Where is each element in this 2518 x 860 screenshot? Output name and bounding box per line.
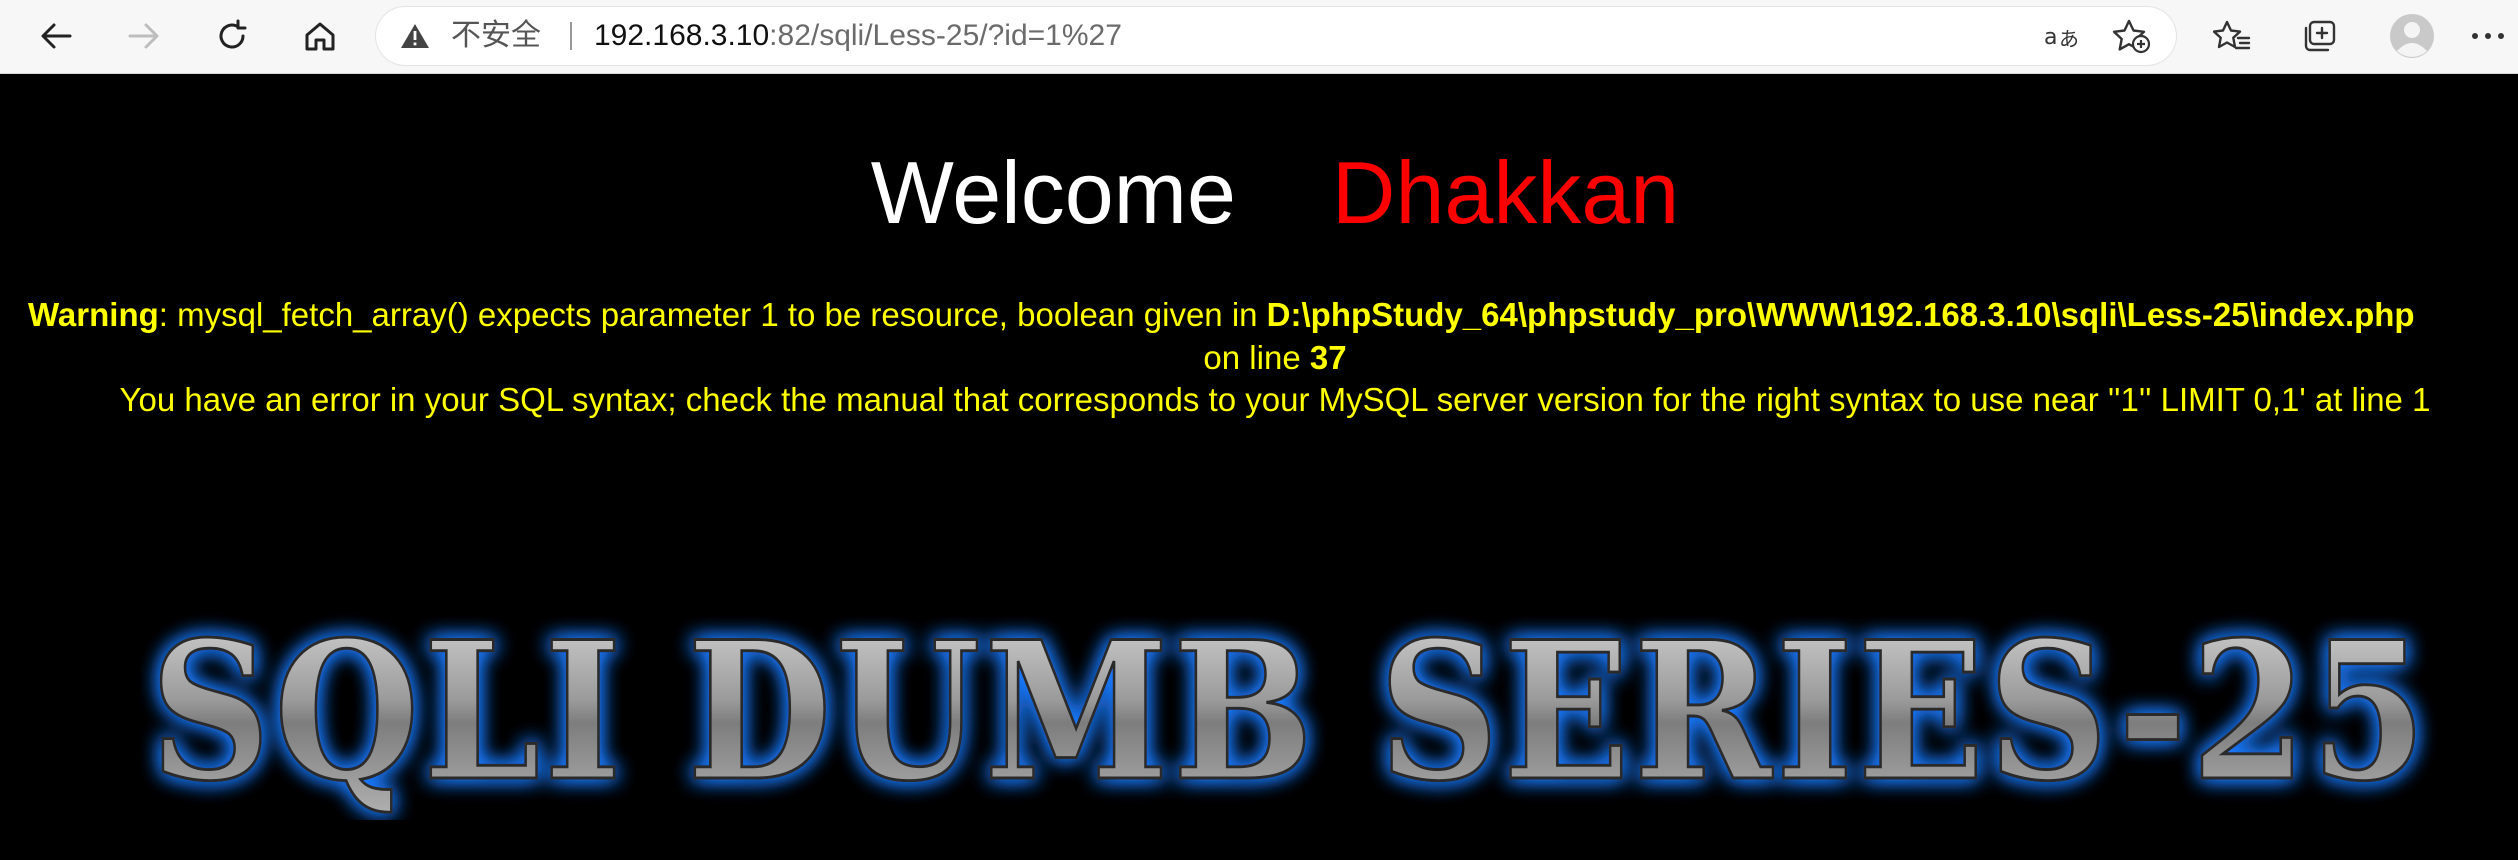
on-line-text: on line bbox=[1203, 339, 1310, 376]
warning-label: Warning bbox=[28, 296, 159, 333]
url-host: 192.168.3.10 bbox=[594, 19, 770, 52]
svg-text:a: a bbox=[2044, 25, 2057, 50]
address-divider bbox=[570, 22, 572, 50]
profile-button[interactable] bbox=[2386, 11, 2438, 61]
back-button[interactable] bbox=[30, 11, 82, 61]
address-bar[interactable]: 不安全 192.168.3.10:82/sqli/Less-25/?id=1%2… bbox=[376, 7, 2176, 65]
warning-message: : mysql_fetch_array() expects parameter … bbox=[158, 296, 1267, 333]
url-text[interactable]: 192.168.3.10:82/sqli/Less-25/?id=1%27 bbox=[594, 19, 1122, 53]
browser-toolbar: 不安全 192.168.3.10:82/sqli/Less-25/?id=1%2… bbox=[0, 0, 2518, 74]
favorites-icon bbox=[2213, 20, 2251, 50]
line-number: 37 bbox=[1309, 339, 1347, 376]
php-warning: Warning: mysql_fetch_array() expects par… bbox=[28, 294, 2415, 336]
add-favorite-button[interactable] bbox=[2110, 18, 2154, 54]
security-status[interactable]: 不安全 bbox=[451, 19, 541, 53]
refresh-icon bbox=[219, 19, 247, 49]
sql-error-message: You have an error in your SQL syntax; ch… bbox=[119, 381, 2431, 418]
arrow-right-icon bbox=[128, 23, 159, 49]
more-button[interactable] bbox=[2462, 11, 2514, 61]
collections-icon bbox=[2304, 20, 2336, 52]
welcome-heading: Welcome Dhakkan bbox=[0, 143, 2518, 243]
welcome-text: Welcome bbox=[870, 143, 1236, 242]
favorites-button[interactable] bbox=[2206, 11, 2258, 61]
warning-line-info: on line 37 bbox=[0, 337, 2518, 379]
home-icon bbox=[305, 22, 335, 51]
forward-button[interactable] bbox=[118, 11, 170, 61]
welcome-name: Dhakkan bbox=[1331, 143, 1680, 242]
read-aloud-icon: a あ bbox=[2044, 25, 2079, 51]
more-icon bbox=[2472, 33, 2504, 39]
star-add-icon bbox=[2112, 19, 2151, 54]
arrow-left-icon bbox=[41, 23, 72, 49]
refresh-button[interactable] bbox=[206, 11, 258, 61]
read-aloud-button[interactable]: a あ bbox=[2040, 18, 2084, 54]
home-button[interactable] bbox=[294, 11, 346, 61]
warning-triangle-icon[interactable] bbox=[400, 23, 430, 49]
warning-path: D:\phpStudy_64\phpstudy_pro\WWW\192.168.… bbox=[1266, 296, 2415, 333]
series-banner-logo: SQLI DUMB SERIES-25 bbox=[149, 600, 2430, 820]
url-path: :82/sqli/Less-25/?id=1%27 bbox=[769, 19, 1122, 52]
avatar-icon bbox=[2390, 14, 2434, 58]
banner-text: SQLI DUMB SERIES-25 bbox=[150, 600, 2430, 820]
svg-text:あ: あ bbox=[2059, 27, 2079, 51]
collections-button[interactable] bbox=[2294, 11, 2346, 61]
